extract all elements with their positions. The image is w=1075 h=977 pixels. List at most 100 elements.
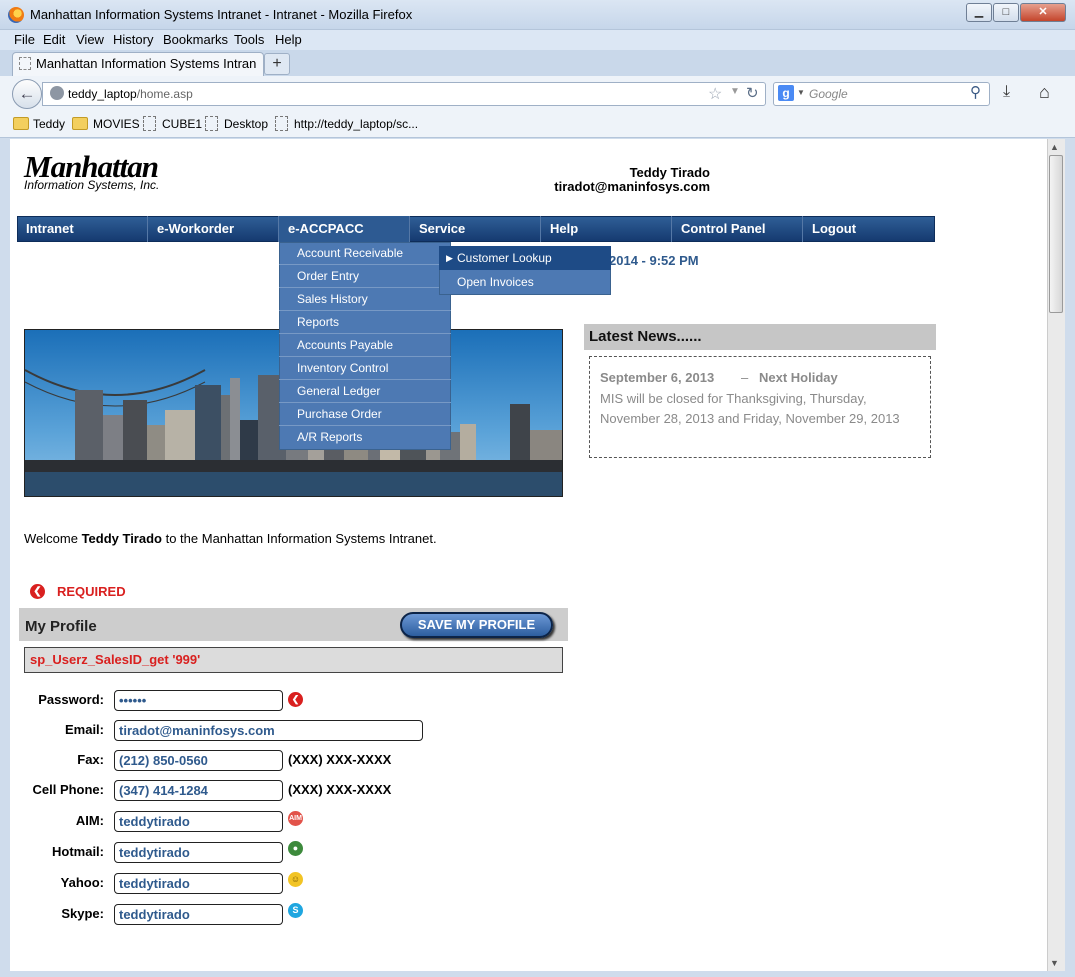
hotmail-field[interactable]: teddytirado (114, 842, 283, 863)
skype-field[interactable]: teddytirado (114, 904, 283, 925)
company-logo[interactable]: Manhattan Information Systems, Inc. (24, 149, 184, 193)
url-host: teddy_laptop (68, 87, 137, 101)
submenu-item-open-invoices[interactable]: Open Invoices (439, 270, 611, 294)
menu-bookmarks[interactable]: Bookmarks (163, 32, 228, 47)
page-icon (275, 116, 288, 131)
menu-item-ar-reports[interactable]: A/R Reports (279, 426, 451, 449)
download-icon[interactable]: ⤓ (1003, 83, 1010, 101)
aim-field[interactable]: teddytirado (114, 811, 283, 832)
user-name: Teddy Tirado (629, 165, 710, 180)
menu-item-order-entry[interactable]: Order Entry (279, 265, 451, 288)
menu-item-general-ledger[interactable]: General Ledger (279, 380, 451, 403)
nav-e-workorder[interactable]: e-Workorder (148, 216, 279, 242)
new-tab-button[interactable]: + (264, 53, 290, 75)
nav-intranet[interactable]: Intranet (17, 216, 148, 242)
bookmark-movies[interactable]: MOVIES (93, 117, 140, 131)
nav-e-accpacc[interactable]: e-ACCPACC (279, 216, 410, 242)
menu-bar: File Edit View History Bookmarks Tools H… (0, 30, 1075, 50)
globe-icon (50, 86, 64, 100)
menu-view[interactable]: View (76, 32, 104, 47)
back-button[interactable]: ← (12, 79, 42, 109)
nav-control-panel[interactable]: Control Panel (672, 216, 803, 242)
bookmark-cube1[interactable]: CUBE1 (162, 117, 202, 131)
url-path: /home.asp (136, 87, 193, 101)
required-icon: ❮ (30, 584, 45, 599)
email-field[interactable]: tiradot@maninfosys.com (114, 720, 423, 741)
submenu-arrow-icon: ▶ (446, 253, 453, 263)
bookmark-desktop[interactable]: Desktop (224, 117, 268, 131)
maximize-button[interactable]: □ (993, 3, 1019, 22)
current-datetime: 2014 - 9:52 PM (609, 253, 699, 268)
page-icon (205, 116, 218, 131)
bookmark-teddy-laptop[interactable]: http://teddy_laptop/sc... (294, 117, 418, 131)
page-icon (143, 116, 156, 131)
menu-tools[interactable]: Tools (234, 32, 264, 47)
close-button[interactable]: ✕ (1020, 3, 1066, 22)
menu-history[interactable]: History (113, 32, 153, 47)
yahoo-smiley-icon: ☺ (288, 872, 303, 887)
scroll-down-icon[interactable]: ▼ (1050, 958, 1059, 968)
news-date: September 6, 2013 (600, 370, 715, 385)
password-field[interactable]: •••••• (114, 690, 283, 711)
fax-format-hint: (XXX) XXX-XXXX (288, 752, 392, 767)
url-dropdown-icon[interactable]: ▼ (730, 86, 740, 97)
back-arrow-icon: ← (18, 84, 36, 103)
google-icon[interactable]: g (778, 85, 794, 101)
hotmail-label: Hotmail: (52, 844, 104, 859)
menu-item-account-receivable[interactable]: Account Receivable (279, 242, 451, 265)
user-email: tiradot@maninfosys.com (554, 179, 710, 194)
aim-label: AIM: (75, 813, 104, 828)
bookmark-teddy[interactable]: Teddy (33, 117, 65, 131)
skype-icon: S (288, 903, 303, 918)
menu-item-accounts-payable[interactable]: Accounts Payable (279, 334, 451, 357)
menu-file[interactable]: File (14, 32, 35, 47)
menu-item-reports[interactable]: Reports (279, 311, 451, 334)
window-title: Manhattan Information Systems Intranet -… (30, 7, 413, 22)
aim-icon: AIM (288, 811, 303, 826)
news-body: MIS will be closed for Thanksgiving, Thu… (600, 391, 900, 426)
search-engine-dropdown-icon[interactable]: ▼ (797, 88, 805, 97)
submenu-item-customer-lookup[interactable]: Customer Lookup (439, 246, 611, 270)
welcome-message: Welcome Teddy Tirado to the Manhattan In… (24, 531, 437, 546)
firefox-icon (8, 7, 24, 23)
yahoo-label: Yahoo: (60, 875, 104, 890)
url-text[interactable]: teddy_laptop/home.asp (68, 87, 193, 101)
menu-item-purchase-order[interactable]: Purchase Order (279, 403, 451, 426)
messenger-icon: ● (288, 841, 303, 856)
search-bar[interactable] (773, 82, 990, 106)
nav-service[interactable]: Service (410, 216, 541, 242)
email-label: Email: (64, 722, 104, 737)
menu-item-sales-history[interactable]: Sales History (279, 288, 451, 311)
menu-help[interactable]: Help (275, 32, 302, 47)
scroll-up-icon[interactable]: ▲ (1050, 142, 1059, 152)
cell-phone-format-hint: (XXX) XXX-XXXX (288, 782, 392, 797)
nav-help[interactable]: Help (541, 216, 672, 242)
fax-field[interactable]: (212) 850-0560 (114, 750, 283, 771)
search-input[interactable]: Google (809, 87, 848, 101)
window-frame (1065, 139, 1075, 977)
bookmark-star-icon[interactable]: ☆ (708, 84, 722, 104)
menu-item-inventory-control[interactable]: Inventory Control (279, 357, 451, 380)
news-title: Next Holiday (759, 370, 838, 385)
fax-label: Fax: (77, 752, 104, 767)
window-frame (0, 971, 1075, 977)
search-icon[interactable]: ⚲ (970, 83, 981, 101)
menu-edit[interactable]: Edit (43, 32, 65, 47)
reload-icon[interactable]: ↻ (746, 84, 759, 102)
home-icon[interactable]: ⌂ (1039, 82, 1050, 103)
minimize-button[interactable]: ▁ (966, 3, 992, 22)
password-label: Password: (38, 692, 104, 707)
scrollbar-thumb[interactable] (1049, 155, 1063, 313)
welcome-name: Teddy Tirado (81, 531, 162, 546)
news-header: Latest News...... (584, 324, 936, 350)
page-icon (19, 57, 31, 70)
yahoo-field[interactable]: teddytirado (114, 873, 283, 894)
welcome-suffix: to the Manhattan Information Systems Int… (161, 531, 437, 546)
save-profile-button[interactable]: SAVE MY PROFILE (400, 612, 553, 638)
nav-logout[interactable]: Logout (803, 216, 934, 242)
skype-label: Skype: (61, 906, 104, 921)
cell-phone-field[interactable]: (347) 414-1284 (114, 780, 283, 801)
folder-icon (13, 117, 29, 130)
required-legend: REQUIRED (57, 584, 126, 599)
news-separator: – (741, 370, 749, 385)
